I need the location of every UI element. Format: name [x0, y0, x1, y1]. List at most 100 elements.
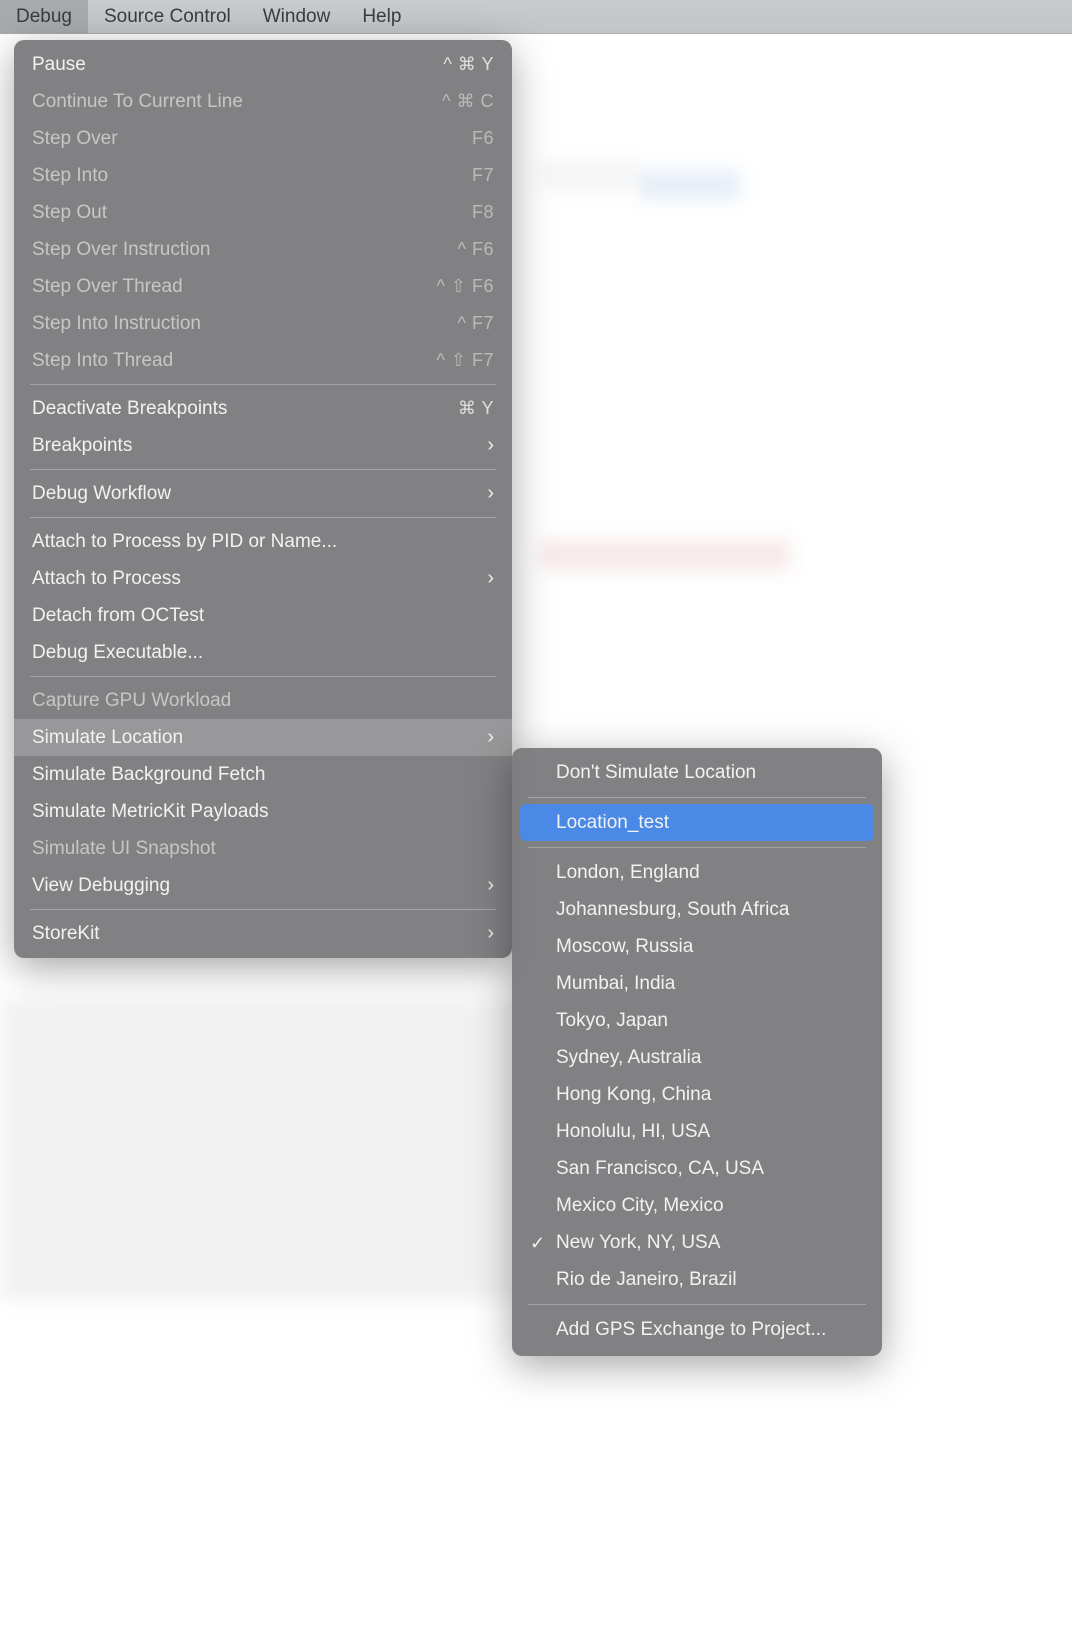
menubar: DebugSource ControlWindowHelp [0, 0, 1072, 34]
submenu-item-label: London, England [556, 863, 700, 882]
submenu-item-label: Add GPS Exchange to Project... [556, 1320, 826, 1339]
menu-item-shortcut: ^ F6 [458, 239, 494, 260]
submenu-item-don-t-simulate-location[interactable]: Don't Simulate Location [520, 754, 874, 791]
menu-item-shortcut: ^ ⌘ C [442, 91, 494, 112]
submenu-item-label: Don't Simulate Location [556, 763, 756, 782]
chevron-right-icon: › [487, 922, 494, 945]
menu-item-breakpoints[interactable]: Breakpoints › [14, 427, 512, 464]
menu-item-simulate-background-fetch[interactable]: Simulate Background Fetch [14, 756, 512, 793]
menu-item-view-debugging[interactable]: View Debugging › [14, 867, 512, 904]
submenu-item-label: San Francisco, CA, USA [556, 1159, 764, 1178]
menu-separator [30, 676, 496, 677]
menu-item-attach-to-process[interactable]: Attach to Process › [14, 560, 512, 597]
submenu-item-label: Mumbai, India [556, 974, 675, 993]
submenu-separator [528, 797, 866, 798]
menu-separator [30, 517, 496, 518]
submenu-item-label: Johannesburg, South Africa [556, 900, 789, 919]
menubar-item-help[interactable]: Help [346, 0, 417, 34]
menu-item-label: Step Over [32, 128, 472, 150]
submenu-item-johannesburg-south-africa[interactable]: Johannesburg, South Africa [520, 891, 874, 928]
submenu-separator [528, 1304, 866, 1305]
menu-item-step-into: Step IntoF7 [14, 157, 512, 194]
menu-item-shortcut: ^ ⌘ Y [443, 54, 494, 75]
submenu-item-mexico-city-mexico[interactable]: Mexico City, Mexico [520, 1187, 874, 1224]
submenu-item-add-gps-exchange-to-project[interactable]: Add GPS Exchange to Project... [520, 1311, 874, 1348]
submenu-item-label: New York, NY, USA [556, 1233, 720, 1252]
simulate-location-submenu: Don't Simulate Location Location_test Lond… [512, 748, 882, 1356]
menu-item-simulate-metrickit-payloads[interactable]: Simulate MetricKit Payloads [14, 793, 512, 830]
menu-separator [30, 909, 496, 910]
submenu-item-label: Tokyo, Japan [556, 1011, 668, 1030]
menu-item-debug-workflow[interactable]: Debug Workflow› [14, 475, 512, 512]
submenu-item-moscow-russia[interactable]: Moscow, Russia [520, 928, 874, 965]
chevron-right-icon: › [487, 482, 494, 505]
submenu-item-location-test[interactable]: Location_test [520, 804, 874, 841]
menu-item-step-over-thread: Step Over Thread^ ⇧ F6 [14, 268, 512, 305]
submenu-item-honolulu-hi-usa[interactable]: Honolulu, HI, USA [520, 1113, 874, 1150]
debug-dropdown-menu: Pause^ ⌘ YContinue To Current Line^ ⌘ CS… [14, 40, 512, 958]
menu-item-attach-to-process-by-pid-or-name[interactable]: Attach to Process by PID or Name... [14, 523, 512, 560]
menu-separator [30, 384, 496, 385]
submenu-item-tokyo-japan[interactable]: Tokyo, Japan [520, 1002, 874, 1039]
menu-item-step-over: Step OverF6 [14, 120, 512, 157]
menu-item-label: Step Into [32, 165, 472, 187]
menu-item-shortcut: F7 [472, 165, 494, 186]
submenu-item-london-england[interactable]: London, England [520, 854, 874, 891]
menu-item-label: Step Out [32, 202, 472, 224]
menu-item-continue-to-current-line: Continue To Current Line^ ⌘ C [14, 83, 512, 120]
menu-item-label: Deactivate Breakpoints [32, 398, 458, 420]
chevron-right-icon: › [487, 567, 494, 590]
menu-item-label: Simulate UI Snapshot [32, 838, 494, 860]
submenu-item-label: Moscow, Russia [556, 937, 693, 956]
menu-item-label: Attach to Process [32, 568, 479, 590]
menu-item-label: Detach from OCTest [32, 605, 494, 627]
chevron-right-icon: › [487, 726, 494, 749]
menu-item-deactivate-breakpoints[interactable]: Deactivate Breakpoints⌘ Y [14, 390, 512, 427]
menu-item-label: Attach to Process by PID or Name... [32, 531, 494, 553]
submenu-item-label: Sydney, Australia [556, 1048, 701, 1067]
chevron-right-icon: › [487, 434, 494, 457]
menu-item-step-over-instruction: Step Over Instruction^ F6 [14, 231, 512, 268]
menu-item-label: StoreKit [32, 923, 479, 945]
menu-item-label: View Debugging [32, 875, 479, 897]
menu-item-step-into-instruction: Step Into Instruction^ F7 [14, 305, 512, 342]
submenu-item-new-york-ny-usa[interactable]: ✓ New York, NY, USA [520, 1224, 874, 1261]
submenu-item-label: Rio de Janeiro, Brazil [556, 1270, 737, 1289]
menubar-item-debug[interactable]: Debug [0, 0, 88, 34]
menu-item-label: Simulate MetricKit Payloads [32, 801, 494, 823]
menu-item-label: Capture GPU Workload [32, 690, 494, 712]
menu-item-simulate-ui-snapshot: Simulate UI Snapshot [14, 830, 512, 867]
submenu-item-san-francisco-ca-usa[interactable]: San Francisco, CA, USA [520, 1150, 874, 1187]
menu-item-label: Step Over Instruction [32, 239, 458, 261]
menu-item-label: Continue To Current Line [32, 91, 442, 113]
menubar-item-source-control[interactable]: Source Control [88, 0, 247, 34]
menu-item-label: Simulate Location [32, 727, 479, 749]
menu-item-shortcut: ^ ⇧ F6 [436, 276, 494, 297]
submenu-item-mumbai-india[interactable]: Mumbai, India [520, 965, 874, 1002]
checkmark-icon: ✓ [530, 1234, 545, 1252]
menubar-item-window[interactable]: Window [247, 0, 347, 34]
menu-item-label: Simulate Background Fetch [32, 764, 494, 786]
submenu-item-hong-kong-china[interactable]: Hong Kong, China [520, 1076, 874, 1113]
menu-item-step-into-thread: Step Into Thread^ ⇧ F7 [14, 342, 512, 379]
chevron-right-icon: › [487, 874, 494, 897]
menu-item-shortcut: F6 [472, 128, 494, 149]
submenu-item-label: Mexico City, Mexico [556, 1196, 724, 1215]
menu-item-debug-executable[interactable]: Debug Executable... [14, 634, 512, 671]
menu-item-shortcut: ^ ⇧ F7 [436, 350, 494, 371]
menu-item-detach-from-octest[interactable]: Detach from OCTest [14, 597, 512, 634]
submenu-separator [528, 847, 866, 848]
menu-item-pause[interactable]: Pause^ ⌘ Y [14, 46, 512, 83]
submenu-item-sydney-australia[interactable]: Sydney, Australia [520, 1039, 874, 1076]
menu-item-label: Breakpoints [32, 435, 479, 457]
submenu-item-label: Honolulu, HI, USA [556, 1122, 710, 1141]
menu-item-storekit[interactable]: StoreKit › [14, 915, 512, 952]
menu-item-step-out: Step OutF8 [14, 194, 512, 231]
menu-item-shortcut: ^ F7 [458, 313, 494, 334]
submenu-item-rio-de-janeiro-brazil[interactable]: Rio de Janeiro, Brazil [520, 1261, 874, 1298]
menu-item-label: Step Into Instruction [32, 313, 458, 335]
menu-item-label: Step Into Thread [32, 350, 436, 372]
menu-item-label: Debug Executable... [32, 642, 494, 664]
menu-item-shortcut: F8 [472, 202, 494, 223]
menu-item-simulate-location[interactable]: Simulate Location › [14, 719, 512, 756]
